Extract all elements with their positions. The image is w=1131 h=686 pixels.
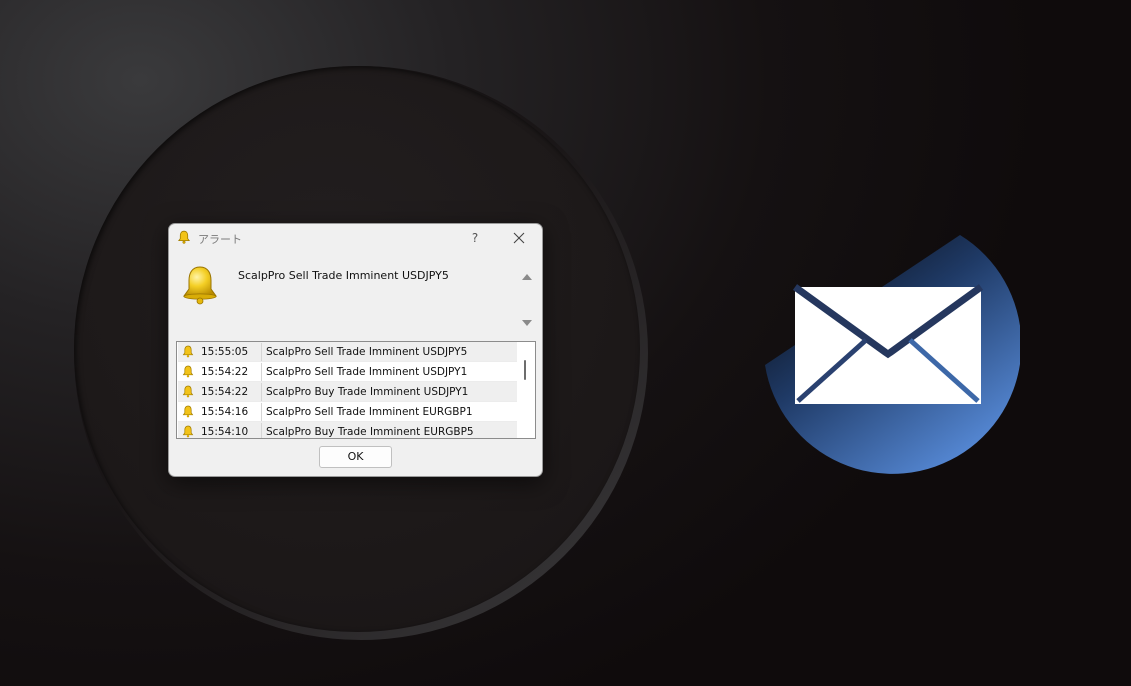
column-separator xyxy=(261,383,262,401)
alert-time: 15:54:10 xyxy=(201,426,249,438)
alert-text: ScalpPro Buy Trade Imminent EURGBP5 xyxy=(266,426,474,438)
column-separator xyxy=(261,363,262,381)
bell-icon xyxy=(182,345,194,358)
mail-icon xyxy=(765,235,1020,474)
alert-text: ScalpPro Sell Trade Imminent USDJPY5 xyxy=(266,346,468,358)
scroll-down-arrow-icon[interactable] xyxy=(522,320,532,326)
bell-icon xyxy=(182,385,194,398)
alert-history-list: 15:55:05 ScalpPro Sell Trade Imminent US… xyxy=(176,341,536,439)
alert-time: 15:54:16 xyxy=(201,406,249,418)
column-separator xyxy=(261,343,262,361)
ok-button[interactable]: OK xyxy=(319,446,392,468)
alert-text: ScalpPro Sell Trade Imminent EURGBP1 xyxy=(266,406,473,418)
message-scrollbar[interactable] xyxy=(520,268,534,332)
alert-message: ScalpPro Sell Trade Imminent USDJPY5 xyxy=(238,269,449,282)
dialog-titlebar[interactable]: アラート ? xyxy=(169,224,542,252)
column-separator xyxy=(261,423,262,438)
scroll-up-arrow-icon[interactable] xyxy=(522,274,532,280)
bell-icon xyxy=(183,266,217,305)
list-item[interactable]: 15:54:22 ScalpPro Buy Trade Imminent USD… xyxy=(178,382,517,402)
list-item[interactable]: 15:54:22 ScalpPro Sell Trade Imminent US… xyxy=(178,362,517,382)
list-item[interactable]: 15:54:10 ScalpPro Buy Trade Imminent EUR… xyxy=(178,422,517,438)
alert-text: ScalpPro Buy Trade Imminent USDJPY1 xyxy=(266,386,469,398)
close-button[interactable] xyxy=(506,227,532,249)
list-item[interactable]: 15:55:05 ScalpPro Sell Trade Imminent US… xyxy=(178,342,517,362)
alert-time: 15:54:22 xyxy=(201,386,249,398)
close-icon xyxy=(513,232,525,244)
alert-dialog: アラート ? ScalpPro Sell Trade Imminent USDJ… xyxy=(168,223,543,477)
list-item[interactable]: 15:54:16 ScalpPro Sell Trade Imminent EU… xyxy=(178,402,517,422)
list-scrollbar[interactable] xyxy=(518,342,534,438)
bell-icon xyxy=(182,365,194,378)
bell-icon xyxy=(182,405,194,418)
bell-icon xyxy=(178,230,190,244)
scrollbar-thumb[interactable] xyxy=(524,360,526,380)
column-separator xyxy=(261,403,262,421)
help-button[interactable]: ? xyxy=(464,227,486,249)
dialog-title: アラート xyxy=(198,233,242,246)
alert-time: 15:54:22 xyxy=(201,366,249,378)
alert-text: ScalpPro Sell Trade Imminent USDJPY1 xyxy=(266,366,468,378)
bell-icon xyxy=(182,425,194,438)
alert-time: 15:55:05 xyxy=(201,346,249,358)
